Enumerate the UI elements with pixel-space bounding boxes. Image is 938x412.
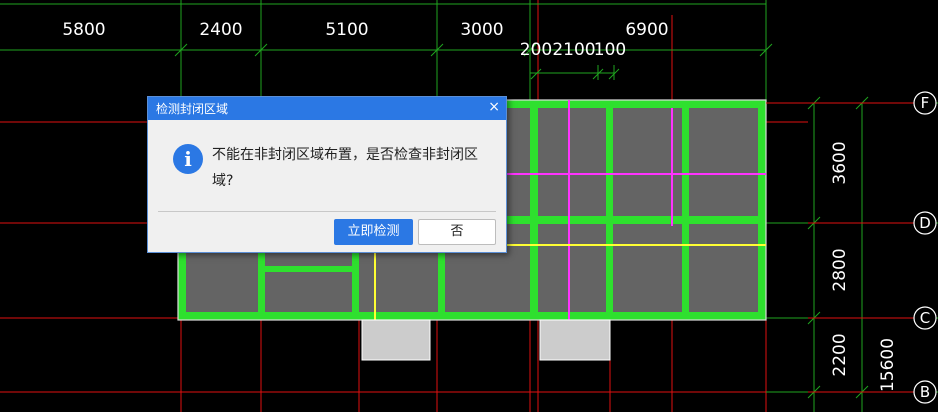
dim-label: 2800 bbox=[830, 248, 850, 291]
dim-label: 5800 bbox=[62, 20, 105, 40]
detect-closed-region-dialog: 检测封闭区域 × i 不能在非封闭区域布置，是否检查非封闭区域? 立即检测 否 bbox=[147, 96, 507, 253]
dim-label: 15600 bbox=[878, 338, 898, 392]
dim-label: 2200 bbox=[830, 333, 850, 376]
axis-label-b: B bbox=[920, 383, 930, 401]
dim-label: 2100 bbox=[552, 40, 595, 60]
axis-bubbles: F D C B bbox=[766, 91, 937, 404]
close-icon[interactable]: × bbox=[488, 99, 500, 115]
info-icon: i bbox=[173, 144, 203, 174]
axis-label-c: C bbox=[920, 309, 930, 327]
dialog-divider bbox=[158, 211, 496, 212]
dim-label: 3600 bbox=[830, 141, 850, 184]
dim-label: 2400 bbox=[199, 20, 242, 40]
axis-label-d: D bbox=[919, 214, 931, 232]
top-dimension-labels: 5800 2400 5100 3000 6900 200 2100 100 bbox=[62, 20, 668, 60]
dialog-title: 检测封闭区域 bbox=[156, 102, 229, 116]
protrusion-blocks bbox=[361, 319, 611, 361]
dim-label: 3000 bbox=[460, 20, 503, 40]
dim-label: 6900 bbox=[625, 20, 668, 40]
side-dimension-labels: 3600 2800 2200 15600 bbox=[830, 141, 898, 392]
dim-label: 100 bbox=[594, 40, 626, 60]
dialog-message: 不能在非封闭区域布置，是否检查非封闭区域? bbox=[212, 147, 478, 189]
axis-label-f: F bbox=[921, 94, 930, 112]
detect-now-button[interactable]: 立即检测 bbox=[334, 219, 413, 245]
dim-label: 5100 bbox=[325, 20, 368, 40]
dim-label: 200 bbox=[520, 40, 552, 60]
dialog-titlebar[interactable]: 检测封闭区域 × bbox=[148, 97, 506, 120]
no-button[interactable]: 否 bbox=[418, 219, 496, 245]
